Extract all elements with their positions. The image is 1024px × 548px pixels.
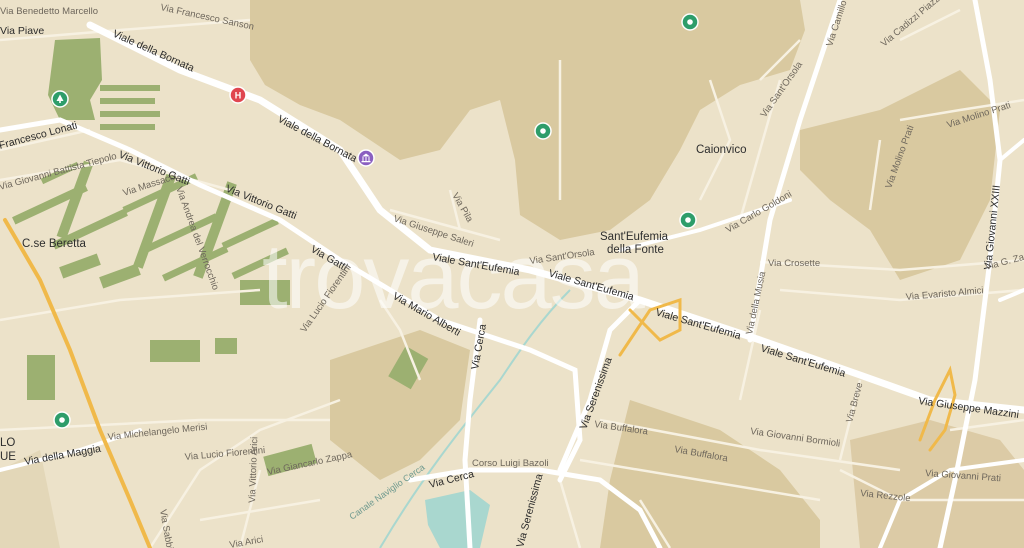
- museum-marker[interactable]: [357, 149, 375, 167]
- place-label-caionvico: Caionvico: [696, 144, 747, 156]
- map-canvas[interactable]: trovacasa Caionvico Sant'Eufemia della F…: [0, 0, 1024, 548]
- poi-marker-park-nw[interactable]: [51, 90, 69, 108]
- location-pin-icon: [540, 128, 546, 134]
- place-label-ue: UE: [0, 451, 16, 463]
- place-label-santeufemia-line2: della Fonte: [607, 244, 664, 256]
- place-label-santeufemia-line1: Sant'Eufemia: [600, 231, 669, 243]
- street-label-crosette: Via Crosette: [768, 258, 820, 269]
- location-pin-icon: [685, 217, 691, 223]
- poi-marker-santeufemia[interactable]: [679, 211, 697, 229]
- hospital-marker[interactable]: H: [229, 86, 247, 104]
- location-pin-icon: [59, 417, 65, 423]
- street-label-vittorio-arici: Via Vittorio Arici: [247, 437, 260, 504]
- street-label-corso-bazoli: Corso Luigi Bazoli: [472, 458, 549, 469]
- street-label-benedetto-marcello: Via Benedetto Marcello: [0, 6, 98, 17]
- poi-marker-hill-north[interactable]: [681, 13, 699, 31]
- hospital-icon: H: [235, 91, 242, 101]
- location-pin-icon: [687, 19, 693, 25]
- poi-marker-southwest[interactable]: [53, 411, 71, 429]
- street-label-piave: Via Piave: [0, 25, 44, 37]
- place-label-beretta: C.se Beretta: [22, 238, 87, 250]
- poi-marker-hill-center[interactable]: [534, 122, 552, 140]
- place-label-lo: LO: [0, 437, 15, 449]
